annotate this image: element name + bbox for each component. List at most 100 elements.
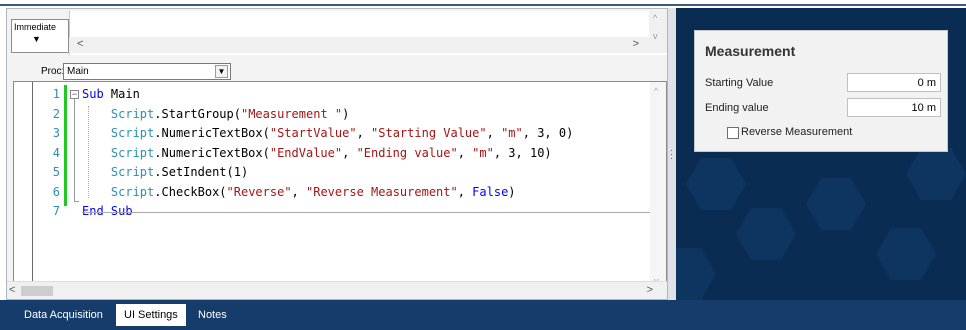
- reverse-checkbox-label[interactable]: Reverse Measurement: [741, 126, 852, 138]
- panel-splitter[interactable]: · · ·: [668, 8, 676, 300]
- background-hexagon: [906, 148, 966, 200]
- chevron-down-icon[interactable]: ▼: [32, 34, 41, 44]
- code-token: Script: [110, 145, 155, 160]
- code-token: "Ending value": [356, 145, 458, 160]
- grip-icon: · · ·: [670, 145, 673, 163]
- code-token: "Reverse Measurement": [306, 184, 458, 199]
- script-editor-panel: Immediate ▼ < > ^ v Proc: Main ▼ 1 2 3 4 5 6 7…: [6, 8, 668, 300]
- code-token: ): [508, 184, 516, 199]
- code-token: Script: [110, 126, 155, 140]
- code-token: "StartValue": [269, 126, 357, 140]
- tab-notes[interactable]: Notes: [190, 304, 235, 326]
- group-title: Measurement: [705, 43, 796, 59]
- code-token: ,: [457, 184, 473, 199]
- code-editor[interactable]: 1234567 − Sub Main Script.StartGroup("Me…: [13, 81, 667, 291]
- code-token: ,: [356, 126, 372, 140]
- scroll-right-icon[interactable]: >: [633, 38, 639, 50]
- code-token: .SetIndent(1): [154, 165, 249, 179]
- changed-lines-indicator: [64, 85, 67, 206]
- line-number: 5: [52, 165, 60, 179]
- immediate-tab[interactable]: Immediate ▼: [11, 19, 69, 53]
- fold-guide-end: [74, 201, 79, 202]
- code-token: "Reverse": [226, 184, 292, 199]
- code-token: .NumericTextBox(: [154, 145, 270, 160]
- ending-value-label: Ending value: [705, 102, 769, 114]
- code-horizontal-scrollbar[interactable]: < >: [7, 281, 667, 299]
- code-line[interactable]: Script.SetIndent(1): [82, 165, 248, 179]
- code-token: , 3, 0): [522, 126, 574, 140]
- code-token: "m": [501, 126, 523, 140]
- code-line[interactable]: Script.CheckBox("Reverse", "Reverse Meas…: [82, 185, 516, 199]
- line-number: 6: [52, 184, 60, 199]
- fold-guide: [74, 99, 75, 202]
- bottom-tab-bar: Data Acquisition UI Settings Notes: [0, 300, 966, 330]
- starting-value-input[interactable]: 0 m: [847, 73, 941, 92]
- code-token: Script: [110, 165, 155, 179]
- code-token: .CheckBox(: [154, 184, 227, 199]
- tab-ui-settings[interactable]: UI Settings: [116, 304, 186, 326]
- measurement-group: Measurement Starting Value 0 m Ending va…: [694, 30, 948, 152]
- ending-value-input[interactable]: 10 m: [847, 98, 941, 117]
- background-hexagon: [876, 228, 936, 280]
- line-number: 3: [52, 126, 60, 140]
- code-token: End Sub: [82, 204, 133, 218]
- code-token: ,: [291, 184, 306, 199]
- collapse-icon[interactable]: −: [70, 90, 79, 99]
- code-token: .StartGroup(: [154, 106, 241, 121]
- code-token: Main: [103, 87, 140, 101]
- code-line[interactable]: Script.NumericTextBox("StartValue", "Sta…: [82, 126, 573, 140]
- code-token: ,: [457, 145, 473, 160]
- scroll-down-icon[interactable]: v: [653, 31, 658, 41]
- app-window: Immediate ▼ < > ^ v Proc: Main ▼ 1 2 3 4 5 6 7…: [0, 0, 966, 330]
- line-number: 2: [52, 106, 60, 121]
- line-number: 7: [52, 204, 60, 218]
- code-line[interactable]: Script.NumericTextBox("EndValue", "Endin…: [82, 146, 552, 160]
- code-token: False: [472, 184, 509, 199]
- code-token: "m": [472, 145, 494, 160]
- immediate-vertical-scrollbar[interactable]: ^ v: [649, 11, 667, 53]
- code-vertical-scrollbar[interactable]: ^ v: [650, 82, 666, 290]
- scroll-left-icon[interactable]: <: [77, 38, 83, 50]
- code-token: "Starting Value": [371, 126, 487, 140]
- reverse-checkbox[interactable]: [727, 127, 739, 139]
- code-token: , 3, 10): [493, 145, 552, 160]
- procedure-separator: [82, 212, 654, 213]
- code-token: .NumericTextBox(: [154, 126, 270, 140]
- starting-value-label: Starting Value: [705, 77, 774, 89]
- code-token: Script: [110, 184, 155, 199]
- code-line[interactable]: Sub Main: [82, 87, 140, 101]
- proc-select[interactable]: Main ▼: [63, 63, 231, 80]
- code-token: Sub: [82, 87, 104, 101]
- scroll-left-icon[interactable]: <: [9, 284, 15, 296]
- proc-label: Proc:: [41, 66, 65, 77]
- scrollbar-thumb[interactable]: [21, 286, 53, 296]
- window-top-border: [0, 4, 966, 6]
- code-line[interactable]: End Sub: [82, 204, 133, 218]
- code-line[interactable]: Script.StartGroup("Measurement "): [82, 107, 349, 121]
- proc-select-value: Main: [67, 66, 89, 77]
- immediate-tab-label: Immediate: [14, 22, 57, 32]
- scroll-up-icon[interactable]: ^: [654, 86, 658, 96]
- line-number: 4: [52, 145, 60, 160]
- scroll-right-icon[interactable]: >: [647, 284, 653, 296]
- code-token: Script: [110, 106, 155, 121]
- tab-data-acquisition[interactable]: Data Acquisition: [16, 304, 111, 326]
- ui-preview-panel: Measurement Starting Value 0 m Ending va…: [676, 8, 966, 300]
- immediate-horizontal-scrollbar[interactable]: < >: [69, 37, 649, 53]
- code-token: ,: [486, 126, 502, 140]
- code-token: ): [342, 106, 350, 121]
- background-hexagon: [806, 178, 866, 230]
- line-number: 1: [52, 87, 60, 101]
- background-hexagon: [686, 158, 746, 210]
- dropdown-arrow-icon[interactable]: ▼: [215, 65, 228, 78]
- background-hexagon: [676, 248, 716, 300]
- code-token: "Measurement ": [240, 106, 343, 121]
- scroll-up-icon[interactable]: ^: [653, 13, 657, 23]
- code-token: "EndValue": [269, 145, 343, 160]
- background-hexagon: [736, 208, 796, 260]
